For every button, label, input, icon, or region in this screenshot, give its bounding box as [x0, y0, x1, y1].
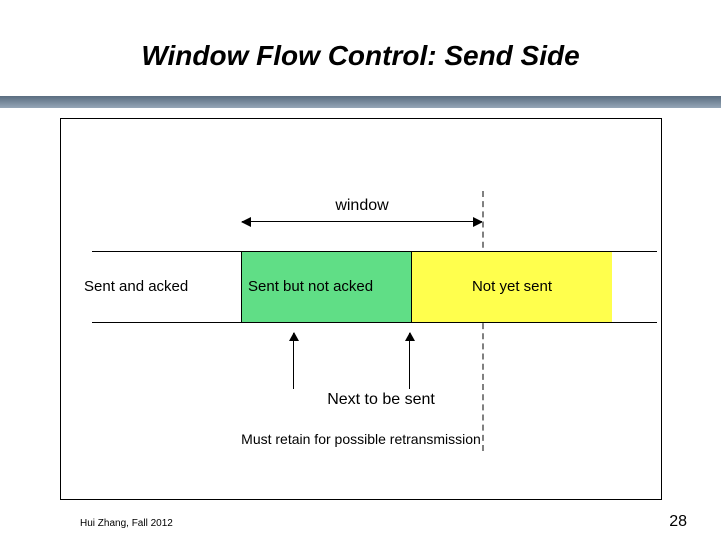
footer-author: Hui Zhang, Fall 2012	[80, 518, 173, 529]
segment-sent-but-not-acked: Sent but not acked	[242, 252, 412, 322]
segment-sent-and-acked-label: Sent and acked	[78, 278, 233, 295]
slide: Window Flow Control: Send Side window Se…	[0, 0, 721, 541]
segment-sent-and-acked: Sent and acked	[92, 252, 242, 322]
next-to-be-sent-label: Next to be sent	[271, 391, 491, 409]
next-pointer-arrow-left	[293, 333, 294, 389]
slide-title: Window Flow Control: Send Side	[0, 40, 721, 72]
title-rule	[0, 96, 721, 108]
buffer-strip: Sent and acked Sent but not acked Not ye…	[92, 251, 657, 323]
diagram-box: window Sent and acked Sent but not acked…	[60, 118, 662, 500]
segment-not-yet-sent-label: Not yet sent	[412, 278, 612, 295]
window-label: window	[242, 197, 482, 215]
next-pointer-arrow-right	[409, 333, 410, 389]
segment-sent-but-not-acked-label: Sent but not acked	[242, 278, 417, 295]
segment-not-yet-sent: Not yet sent	[412, 252, 612, 322]
arrow-head-left-icon	[241, 217, 251, 227]
page-number: 28	[669, 513, 687, 531]
retain-note: Must retain for possible retransmission	[61, 431, 661, 447]
window-span-arrow	[242, 221, 482, 222]
